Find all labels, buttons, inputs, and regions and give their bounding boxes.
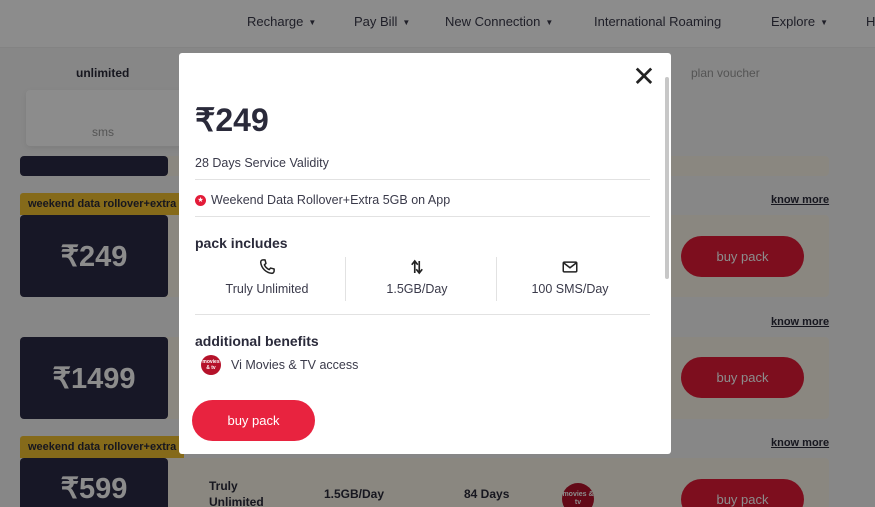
- mail-icon: [562, 261, 578, 273]
- data-arrows-icon: [411, 259, 423, 275]
- benefit-row: ★ Weekend Data Rollover+Extra 5GB on App: [195, 193, 450, 207]
- phone-icon: [259, 259, 275, 275]
- include-calls: Truly Unlimited: [192, 258, 342, 304]
- divider: [195, 314, 650, 315]
- plan-price: ₹249: [195, 102, 269, 138]
- pack-includes-title: pack includes: [195, 235, 288, 251]
- divider: [195, 179, 650, 180]
- divider: [195, 216, 650, 217]
- plan-details-modal: ✕ ₹249 28 Days Service Validity ★ Weeken…: [179, 53, 671, 454]
- addon-movies-tv: movies & tv Vi Movies & TV access: [201, 355, 358, 375]
- include-sms: 100 SMS/Day: [495, 258, 645, 304]
- include-data-label: 1.5GB/Day: [386, 282, 448, 296]
- star-icon: ★: [195, 194, 206, 206]
- close-icon[interactable]: ✕: [631, 63, 657, 91]
- include-sms-label: 100 SMS/Day: [531, 282, 609, 296]
- benefit-text: Weekend Data Rollover+Extra 5GB on App: [211, 193, 451, 207]
- service-validity: 28 Days Service Validity: [195, 156, 329, 170]
- additional-benefits-title: additional benefits: [195, 333, 319, 349]
- include-data: 1.5GB/Day: [342, 258, 492, 304]
- modal-scrollbar[interactable]: [665, 77, 669, 279]
- movies-tv-logo: movies & tv: [201, 355, 221, 375]
- buy-pack-button[interactable]: buy pack: [192, 400, 315, 441]
- addon-label: Vi Movies & TV access: [231, 358, 359, 372]
- include-calls-label: Truly Unlimited: [225, 282, 309, 296]
